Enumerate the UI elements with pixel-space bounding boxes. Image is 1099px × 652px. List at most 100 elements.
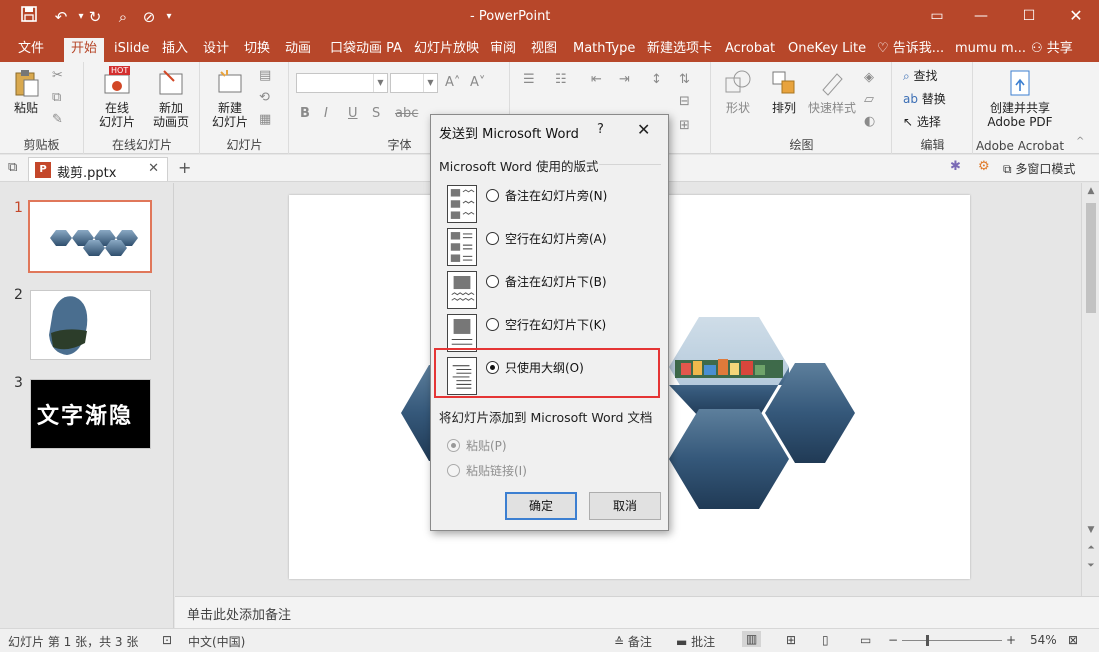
notes-toggle[interactable]: ≙ 备注 bbox=[614, 633, 652, 650]
save-icon[interactable] bbox=[18, 6, 40, 28]
bold-button[interactable]: B bbox=[300, 106, 310, 121]
line-spacing-icon[interactable]: ↕ bbox=[651, 72, 662, 87]
fit-slide-icon[interactable]: ⊠ bbox=[1068, 633, 1078, 647]
select-button[interactable]: ↖ 选择 bbox=[903, 112, 941, 132]
tab-islide[interactable]: iSlide bbox=[107, 38, 156, 62]
reading-view-icon[interactable]: ▯ bbox=[822, 633, 829, 647]
ok-button[interactable]: 确定 bbox=[505, 492, 577, 520]
shape-effects-icon[interactable]: ◐ bbox=[864, 114, 875, 129]
tab-transitions[interactable]: 切换 bbox=[237, 38, 277, 62]
new-tab-icon[interactable]: + bbox=[178, 158, 191, 177]
section-icon[interactable]: ▦ bbox=[259, 112, 271, 127]
tab-design[interactable]: 设计 bbox=[196, 38, 236, 62]
help-button[interactable]: ? bbox=[597, 122, 604, 137]
paste-button[interactable]: 粘贴 bbox=[6, 68, 46, 115]
tab-new[interactable]: 新建选项卡 bbox=[640, 38, 719, 62]
zoom-slider[interactable] bbox=[902, 635, 1002, 646]
zoom-out-icon[interactable]: − bbox=[888, 633, 898, 647]
multi-window-button[interactable]: ⧉ 多窗口模式 bbox=[1003, 160, 1075, 177]
tab-onekey[interactable]: OneKey Lite bbox=[781, 38, 873, 62]
document-list-icon[interactable]: ⧉ bbox=[8, 160, 17, 175]
replace-button[interactable]: ab 替换 bbox=[903, 89, 946, 109]
previous-slide-icon[interactable]: ⏶ bbox=[1082, 543, 1099, 553]
font-size-dropdown-icon[interactable]: ▼ bbox=[423, 74, 437, 92]
slide-thumbnail-1[interactable] bbox=[28, 200, 152, 273]
zoom-level[interactable]: 54% bbox=[1030, 633, 1057, 647]
new-slide-button[interactable]: 新建 幻灯片 bbox=[203, 68, 257, 129]
tab-mathtype[interactable]: MathType bbox=[566, 38, 642, 62]
radio-blank-next[interactable] bbox=[486, 232, 499, 245]
font-name-combo[interactable]: ▼ bbox=[296, 73, 388, 93]
scroll-thumb[interactable] bbox=[1086, 203, 1096, 313]
reset-icon[interactable]: ⟲ bbox=[259, 90, 270, 105]
format-painter-brush-icon[interactable]: ✎ bbox=[52, 112, 63, 127]
copy-icon[interactable]: ⧉ bbox=[52, 90, 61, 105]
tab-slideshow[interactable]: 幻灯片放映 bbox=[407, 38, 486, 62]
slide-thumbnail-2[interactable] bbox=[30, 290, 151, 360]
next-slide-icon[interactable]: ⏷ bbox=[1082, 561, 1099, 571]
slideshow-icon[interactable]: ▭ bbox=[860, 633, 871, 647]
strikethrough-icon[interactable]: abc bbox=[395, 106, 418, 121]
zoom-slider-thumb[interactable] bbox=[926, 635, 929, 646]
scroll-down-icon[interactable]: ▼ bbox=[1082, 525, 1099, 535]
zoom-in-icon[interactable]: + bbox=[1006, 633, 1016, 647]
create-pdf-button[interactable]: 创建并共享 Adobe PDF bbox=[976, 68, 1064, 129]
scroll-up-icon[interactable]: ▲ bbox=[1082, 186, 1099, 196]
online-slides-button[interactable]: 在线 幻灯片 bbox=[89, 68, 145, 129]
account-name[interactable]: mumu m... bbox=[948, 38, 1033, 62]
align-text-icon[interactable]: ⊟ bbox=[679, 94, 690, 109]
cancel-button[interactable]: 取消 bbox=[589, 492, 661, 520]
vertical-scrollbar[interactable]: ▲ ▼ ⏶ ⏷ bbox=[1081, 183, 1099, 596]
radio-notes-next[interactable] bbox=[486, 189, 499, 202]
italic-button[interactable]: I bbox=[324, 106, 328, 121]
tab-acrobat[interactable]: Acrobat bbox=[718, 38, 782, 62]
comments-toggle[interactable]: ▬ 批注 bbox=[676, 633, 715, 650]
find-button[interactable]: ⌕ 查找 bbox=[903, 66, 938, 86]
shape-fill-icon[interactable]: ◈ bbox=[864, 70, 874, 85]
font-size-combo[interactable]: ▼ bbox=[390, 73, 438, 93]
text-direction-icon[interactable]: ⇅ bbox=[679, 72, 690, 87]
notes-pane[interactable]: 单击此处添加备注 bbox=[175, 596, 1099, 628]
dialog-close-icon[interactable]: ✕ bbox=[637, 120, 650, 139]
new-animation-page-button[interactable]: 新加 动画页 bbox=[143, 68, 199, 129]
decrease-font-icon[interactable]: A˅ bbox=[470, 75, 485, 90]
language-indicator[interactable]: 中文(中国) bbox=[188, 633, 245, 650]
decrease-indent-icon[interactable]: ⇤ bbox=[591, 72, 602, 87]
radio-paste-link[interactable] bbox=[447, 464, 460, 477]
cut-icon[interactable]: ✂ bbox=[52, 68, 63, 83]
customize-quick-access-icon[interactable]: ▾ bbox=[158, 6, 180, 28]
font-name-dropdown-icon[interactable]: ▼ bbox=[373, 74, 387, 92]
tab-animations[interactable]: 动画 bbox=[278, 38, 318, 62]
tab-file[interactable]: 文件 bbox=[11, 38, 51, 62]
undo-icon[interactable]: ↶ bbox=[50, 6, 72, 28]
increase-indent-icon[interactable]: ⇥ bbox=[619, 72, 630, 87]
radio-blank-below[interactable] bbox=[486, 318, 499, 331]
radio-paste[interactable] bbox=[447, 439, 460, 452]
radio-notes-below[interactable] bbox=[486, 275, 499, 288]
shapes-button[interactable]: 形状 bbox=[718, 68, 758, 115]
bullets-icon[interactable]: ☰ bbox=[523, 72, 535, 87]
tab-view[interactable]: 视图 bbox=[524, 38, 564, 62]
present-icon[interactable]: ⌕ bbox=[112, 6, 134, 28]
smartart-icon[interactable]: ⊞ bbox=[679, 118, 690, 133]
gear-icon[interactable]: ⚙ bbox=[978, 159, 990, 174]
document-tab[interactable]: P 裁剪.pptx ✕ bbox=[28, 157, 168, 181]
normal-view-icon[interactable]: ▥ bbox=[742, 631, 762, 647]
minimize-icon[interactable]: — bbox=[966, 5, 996, 29]
maximize-icon[interactable]: ☐ bbox=[1014, 5, 1044, 29]
shape-outline-icon[interactable]: ▱ bbox=[864, 92, 874, 107]
numbering-icon[interactable]: ☷ bbox=[555, 72, 567, 87]
ribbon-display-icon[interactable]: ▭ bbox=[922, 5, 952, 29]
shadow-button[interactable]: S bbox=[372, 106, 380, 121]
settings-icon[interactable]: ✱ bbox=[950, 159, 961, 174]
slide-thumbnail-3[interactable]: 文字渐隐 bbox=[30, 379, 151, 449]
spellcheck-icon[interactable]: ⊡ bbox=[162, 633, 172, 647]
share-button[interactable]: ⚇ 共享 bbox=[1024, 38, 1080, 62]
tab-pocket-animation[interactable]: 口袋动画 PA bbox=[323, 38, 409, 62]
collapse-ribbon-icon[interactable]: ^ bbox=[1076, 136, 1084, 147]
tab-review[interactable]: 审阅 bbox=[483, 38, 523, 62]
close-tab-icon[interactable]: ✕ bbox=[148, 161, 159, 176]
tab-home[interactable]: 开始 bbox=[64, 38, 105, 62]
underline-button[interactable]: U bbox=[348, 106, 358, 121]
tell-me-search[interactable]: ♡ 告诉我... bbox=[870, 38, 951, 62]
